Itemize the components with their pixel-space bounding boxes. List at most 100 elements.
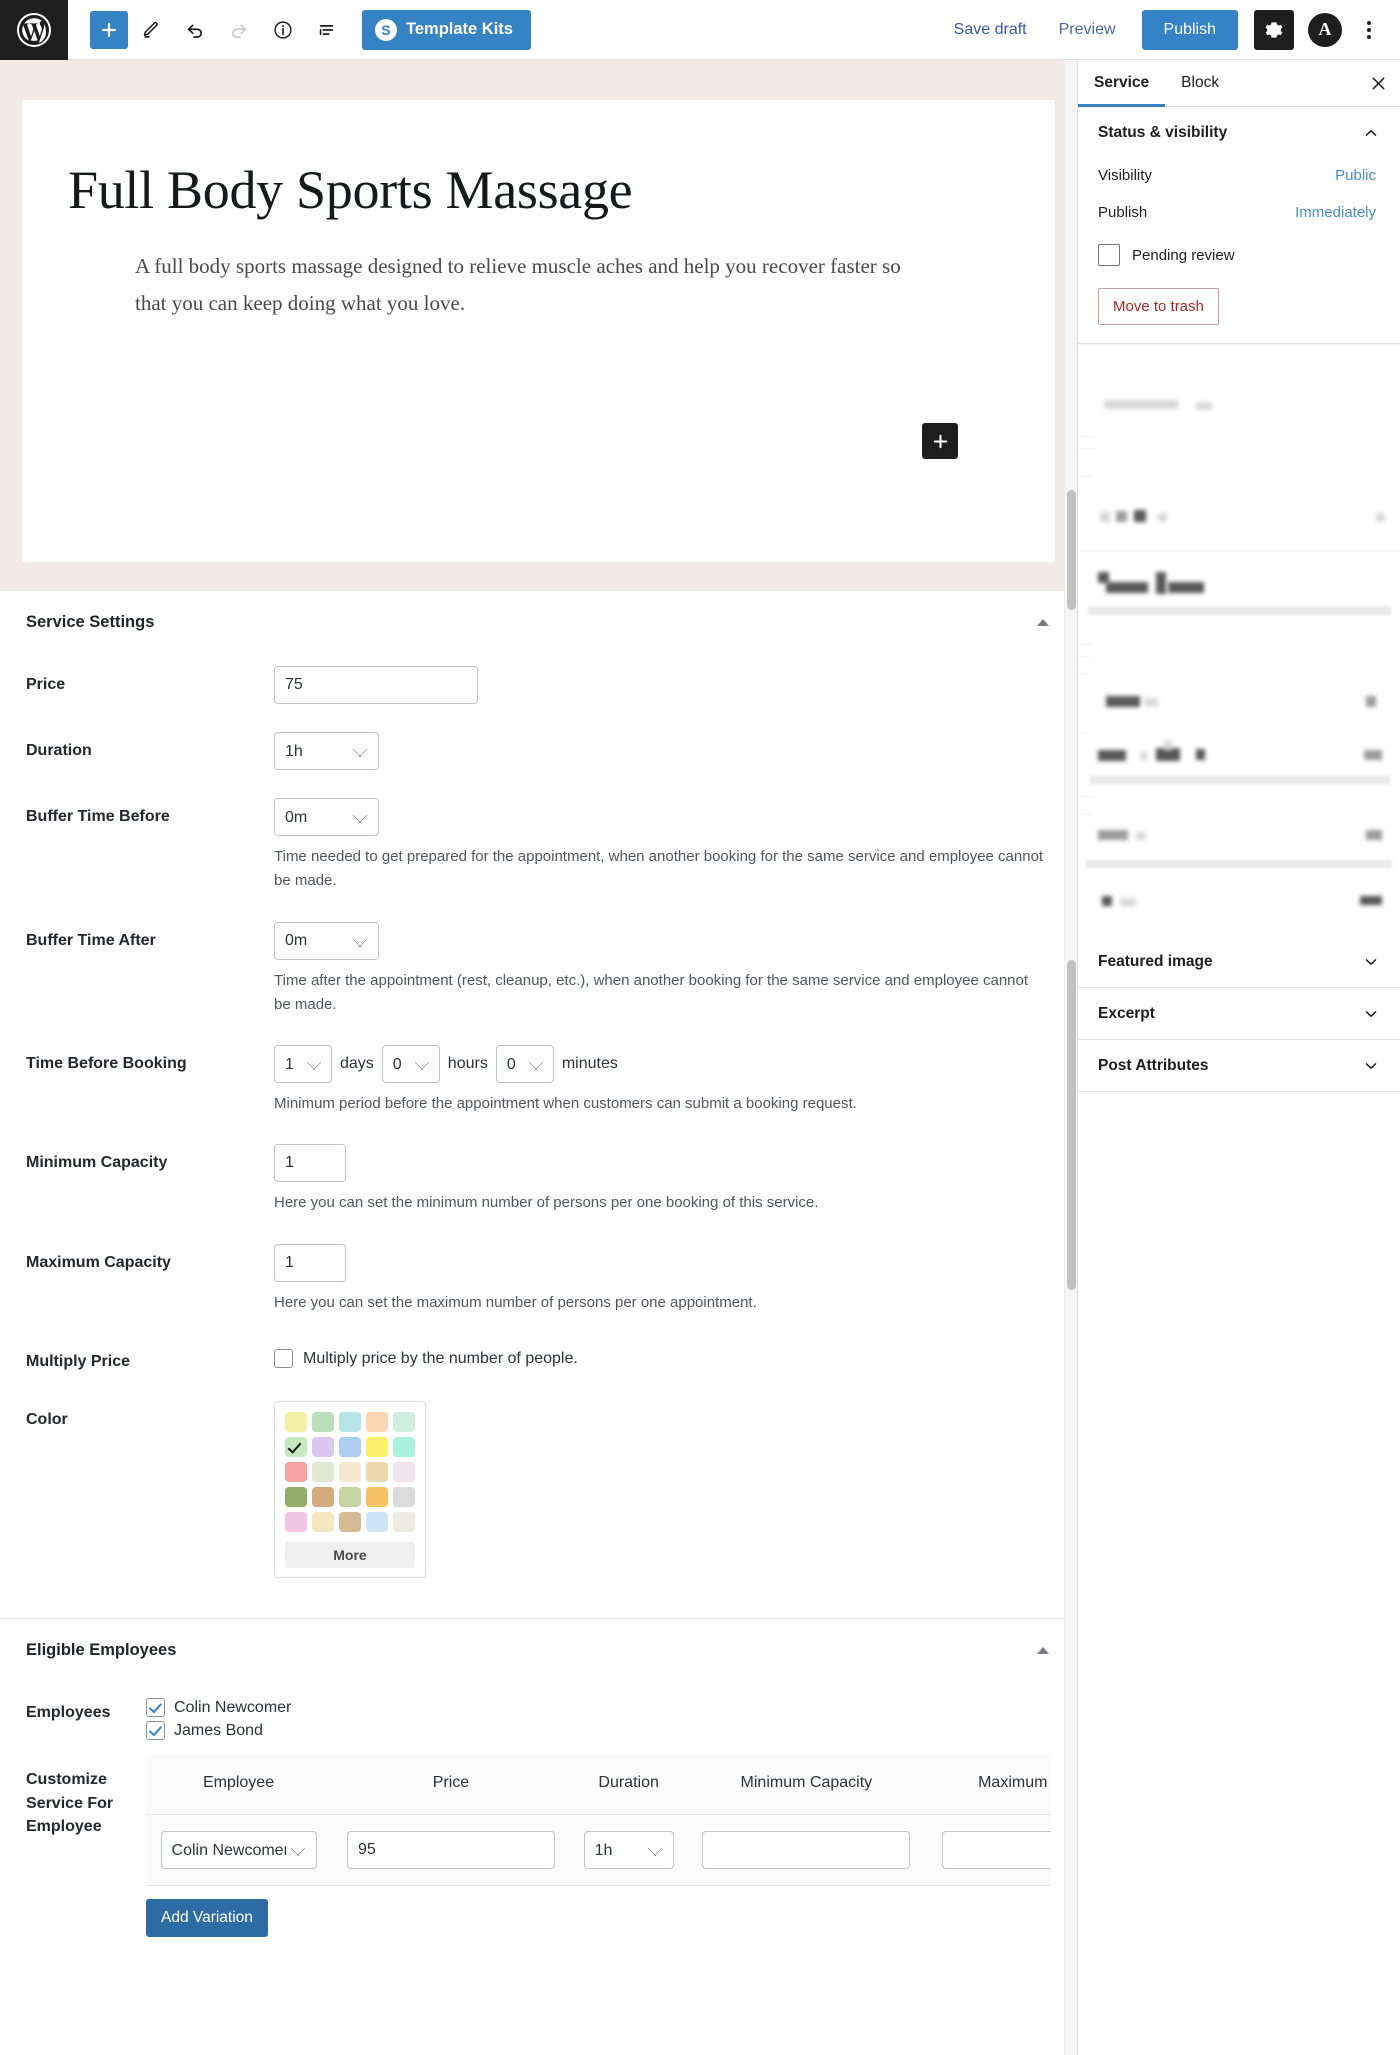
chevron-down-icon[interactable] (1362, 953, 1380, 971)
list-view-icon[interactable] (306, 9, 348, 51)
pencil-icon[interactable] (130, 9, 172, 51)
color-swatch[interactable] (339, 1412, 361, 1433)
chevron-up-icon[interactable] (1362, 124, 1380, 142)
add-block-button[interactable] (90, 10, 128, 49)
color-swatch[interactable] (366, 1462, 388, 1483)
info-circle-icon[interactable] (262, 9, 304, 51)
field-row-time-before-booking: Time Before Booking 1 days 0 hours 0 min… (26, 1031, 1051, 1130)
redo-arrow-icon[interactable] (218, 9, 260, 51)
template-kits-button[interactable]: S Template Kits (362, 9, 531, 50)
variations-column-header: Price (331, 1754, 571, 1816)
gear-icon[interactable] (1254, 9, 1294, 50)
page-title[interactable]: Full Body Sports Massage (22, 160, 1055, 220)
color-swatch[interactable] (339, 1437, 361, 1458)
preview-button[interactable]: Preview (1045, 13, 1130, 47)
color-swatch[interactable] (312, 1437, 334, 1458)
scrollbar-thumb[interactable] (1067, 490, 1076, 610)
variation-min-capacity-input[interactable] (702, 1831, 911, 1870)
color-swatch[interactable] (285, 1512, 307, 1533)
scrollbar-thumb[interactable] (1067, 960, 1076, 1290)
color-swatch[interactable] (312, 1512, 334, 1533)
sidebar-panel-post-attributes[interactable]: Post Attributes (1078, 1040, 1400, 1092)
toolbar-right-tools: Save draft Preview Publish A (940, 9, 1400, 50)
employee-checkbox[interactable] (146, 1698, 165, 1718)
time-before-booking-minutes-select[interactable]: 0 (495, 1045, 554, 1084)
color-swatch-grid (285, 1412, 415, 1533)
service-settings-title: Service Settings (26, 613, 155, 631)
add-variation-button[interactable]: Add Variation (146, 1899, 268, 1938)
minutes-unit-label: minutes (561, 1055, 618, 1073)
color-swatch[interactable] (339, 1487, 361, 1508)
wordpress-logo-icon[interactable] (0, 0, 68, 60)
multiply-price-checkbox-label: Multiply price by the number of people. (303, 1349, 578, 1367)
color-swatch[interactable] (285, 1462, 307, 1483)
close-icon[interactable] (1356, 61, 1400, 105)
chevron-down-icon[interactable] (1362, 1005, 1380, 1023)
color-swatch[interactable] (393, 1462, 415, 1483)
buffer-after-label: Buffer Time After (26, 931, 156, 949)
color-more-button[interactable]: More (285, 1542, 415, 1569)
move-to-trash-button[interactable]: Move to trash (1098, 288, 1219, 325)
visibility-value-button[interactable]: Public (1331, 165, 1380, 186)
editor-scrollbar[interactable] (1064, 60, 1077, 2055)
color-swatch[interactable] (366, 1487, 388, 1508)
kebab-dot (1367, 27, 1371, 32)
variation-price-input[interactable] (346, 1831, 555, 1870)
tab-block[interactable]: Block (1165, 60, 1235, 107)
duration-select[interactable]: 1h (274, 732, 379, 770)
color-swatch[interactable] (366, 1512, 388, 1533)
color-swatch[interactable] (393, 1487, 415, 1508)
variation-duration-select[interactable]: 1h (583, 1831, 674, 1870)
color-swatch[interactable] (393, 1437, 415, 1458)
minimum-capacity-input[interactable] (274, 1144, 346, 1183)
color-swatch[interactable] (339, 1462, 361, 1483)
sidebar-panel-featured-image[interactable]: Featured image (1078, 936, 1400, 988)
pending-review-row[interactable]: Pending review (1098, 232, 1380, 272)
undo-arrow-icon[interactable] (174, 9, 216, 51)
eligible-employees-header[interactable]: Eligible Employees (0, 1619, 1077, 1680)
save-draft-button[interactable]: Save draft (940, 13, 1041, 47)
color-swatch[interactable] (393, 1412, 415, 1433)
sidebar-panel-excerpt[interactable]: Excerpt (1078, 988, 1400, 1040)
color-swatch[interactable] (339, 1512, 361, 1533)
sidebar-panel-header[interactable]: Featured image (1078, 936, 1400, 987)
status-visibility-header[interactable]: Status & visibility (1078, 107, 1400, 158)
buffer-before-select[interactable]: 0m (274, 798, 379, 836)
color-swatch[interactable] (366, 1412, 388, 1433)
time-before-booking-hours-select[interactable]: 0 (381, 1045, 440, 1084)
variation-employee-select[interactable]: Colin Newcomer (160, 1831, 317, 1870)
color-swatch[interactable] (312, 1487, 334, 1508)
maximum-capacity-input[interactable] (274, 1243, 346, 1282)
caret-up-icon[interactable] (1037, 619, 1049, 626)
color-swatch[interactable] (285, 1437, 307, 1458)
block-inserter-plus-icon[interactable] (922, 423, 958, 459)
chevron-down-icon[interactable] (1362, 1057, 1380, 1075)
service-settings-header[interactable]: Service Settings (0, 591, 1077, 652)
employees-label: Employees (26, 1704, 111, 1722)
multiply-price-checkbox-row[interactable]: Multiply price by the number of people. (274, 1343, 1051, 1369)
multiply-price-checkbox[interactable] (274, 1349, 293, 1369)
color-swatch[interactable] (285, 1487, 307, 1508)
time-before-booking-days-select[interactable]: 1 (274, 1045, 332, 1084)
price-input[interactable] (274, 666, 478, 704)
employee-checkbox[interactable] (146, 1721, 165, 1741)
employee-checkbox-row[interactable]: Colin Newcomer (146, 1698, 1051, 1718)
caret-up-icon[interactable] (1037, 1647, 1049, 1655)
publish-button[interactable]: Publish (1141, 9, 1238, 50)
sidebar-panel-header[interactable]: Excerpt (1078, 988, 1400, 1039)
tab-service[interactable]: Service (1078, 60, 1165, 107)
color-swatch[interactable] (393, 1512, 415, 1533)
account-avatar[interactable]: A (1308, 12, 1342, 47)
color-swatch[interactable] (312, 1462, 334, 1483)
color-swatch[interactable] (312, 1412, 334, 1433)
kebab-menu-icon[interactable] (1352, 10, 1386, 50)
color-swatch[interactable] (285, 1412, 307, 1433)
publish-value-button[interactable]: Immediately (1291, 202, 1380, 223)
buffer-after-select[interactable]: 0m (274, 921, 379, 960)
sidebar-panel-header[interactable]: Post Attributes (1078, 1040, 1400, 1091)
pending-review-checkbox[interactable] (1098, 244, 1120, 266)
post-paragraph-block[interactable]: A full body sports massage designed to r… (22, 220, 982, 320)
employee-checkbox-row[interactable]: James Bond (146, 1721, 1051, 1741)
color-swatch[interactable] (366, 1437, 388, 1458)
variation-max-capacity-input[interactable] (942, 1831, 1051, 1870)
